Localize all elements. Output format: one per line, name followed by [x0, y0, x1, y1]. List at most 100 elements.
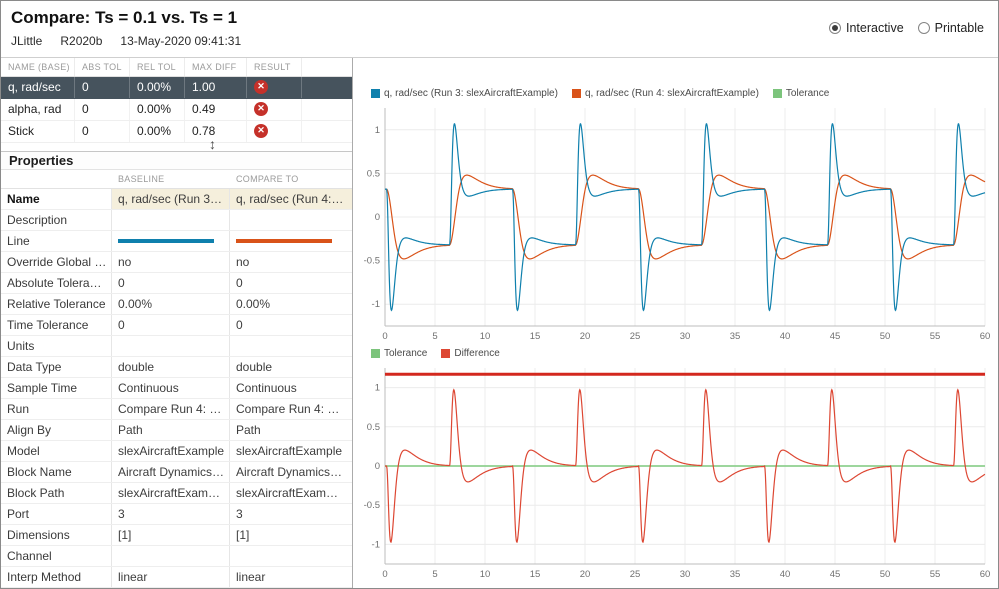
compare-report-window: Compare: Ts = 0.1 vs. Ts = 1 JLittle R20…	[0, 0, 999, 589]
report-header: Compare: Ts = 0.1 vs. Ts = 1 JLittle R20…	[1, 1, 998, 58]
svg-text:0.5: 0.5	[367, 422, 380, 433]
column-header-abs-tol: ABS TOL	[74, 58, 129, 76]
rel-tol-value: 0.00%	[129, 99, 184, 120]
legend-swatch-icon	[571, 89, 581, 98]
property-label: Relative Tolerance	[7, 297, 106, 311]
table-spacer: ↕	[1, 137, 352, 151]
property-row: Sample Time Continuous Continuous	[1, 378, 352, 399]
property-value: 0	[229, 273, 352, 293]
svg-text:60: 60	[980, 569, 991, 580]
radio-interactive[interactable]: Interactive	[828, 21, 904, 35]
timestamp: 13-May-2020 09:41:31	[120, 34, 242, 48]
property-row: Absolute Tolera… 0 0	[1, 273, 352, 294]
svg-text:10: 10	[480, 331, 491, 342]
svg-text:40: 40	[780, 331, 791, 342]
column-header-result: RESULT	[246, 58, 301, 76]
svg-text:1: 1	[375, 125, 380, 136]
svg-text:0.5: 0.5	[367, 168, 380, 179]
svg-text:5: 5	[432, 331, 437, 342]
radio-printable[interactable]: Printable	[917, 21, 984, 35]
property-row: Port 3 3	[1, 504, 352, 525]
property-row: Model slexAircraftExample slexAircraftExam…	[1, 441, 352, 462]
property-label: Name	[7, 192, 40, 206]
property-row: Channel	[1, 546, 352, 567]
property-value: Path	[111, 420, 229, 440]
svg-text:50: 50	[880, 331, 891, 342]
signals-legend: q, rad/sec (Run 3: slexAircraftExample) q…	[371, 88, 829, 99]
svg-text:-0.5: -0.5	[364, 256, 380, 267]
property-value: 0.00%	[111, 294, 229, 314]
property-label: Time Tolerance	[7, 318, 89, 332]
svg-text:15: 15	[530, 331, 541, 342]
property-value	[229, 210, 352, 230]
legend-label: Tolerance	[384, 348, 428, 359]
fail-icon: ✕	[254, 79, 268, 94]
property-row: Relative Tolerance 0.00% 0.00%	[1, 294, 352, 315]
difference-legend: Tolerance Difference	[371, 348, 500, 359]
signals-plot[interactable]: 0 5 10 15 20 25 30 35 40 45 50 55 60 -1 -0.5 0 0.5 1	[353, 102, 997, 350]
property-row: Dimensions [1] [1]	[1, 525, 352, 546]
legend-label: q, rad/sec (Run 4: slexAircraftExample)	[584, 88, 759, 99]
legend-label: Difference	[454, 348, 500, 359]
signal-name: q, rad/sec	[8, 80, 61, 94]
rel-tol-value: 0.00%	[129, 121, 184, 142]
property-row: Align By Path Path	[1, 420, 352, 441]
property-value: q, rad/sec (Run 4:…	[229, 189, 352, 209]
property-value: 3	[229, 504, 352, 524]
property-value: 0	[111, 273, 229, 293]
property-row: Time Tolerance 0 0	[1, 315, 352, 336]
property-value: 0.00%	[229, 294, 352, 314]
abs-tol-value: 0	[74, 77, 129, 98]
legend-swatch-icon	[371, 349, 380, 358]
difference-plot[interactable]: 0 5 10 15 20 25 30 35 40 45 50 55 60 -1 -0.5 0 0.5 1	[353, 362, 997, 588]
column-header-rel-tol: REL TOL	[129, 58, 184, 76]
column-header-max-diff: MAX DIFF	[184, 58, 246, 76]
properties-table-header: BASELINE COMPARE TO	[1, 170, 352, 189]
property-row: Line	[1, 231, 352, 252]
property-label: Override Global …	[7, 255, 107, 269]
column-header-filler	[301, 58, 352, 76]
property-row: Block Path slexAircraftExam… slexAircraftE…	[1, 483, 352, 504]
filler-cell	[301, 121, 352, 142]
property-row: Data Type double double	[1, 357, 352, 378]
release: R2020b	[60, 34, 103, 48]
fail-icon: ✕	[254, 123, 268, 138]
svg-text:25: 25	[630, 331, 641, 342]
property-label: Absolute Tolera…	[7, 276, 102, 290]
property-value: 3	[111, 504, 229, 524]
property-value: slexAircraftExample	[111, 441, 229, 461]
radio-interactive-label: Interactive	[845, 21, 904, 35]
svg-text:35: 35	[730, 569, 741, 580]
signal-row[interactable]: alpha, rad 0 0.00% 0.49 ✕	[1, 99, 352, 121]
property-value: Continuous	[229, 378, 352, 398]
comparison-table-header: NAME (BASE) ABS TOL REL TOL MAX DIFF RES…	[1, 58, 352, 77]
filler-cell	[301, 99, 352, 120]
property-label: Channel	[7, 549, 52, 563]
property-label: Line	[7, 234, 30, 248]
result-cell: ✕	[246, 99, 301, 120]
signal-row[interactable]: q, rad/sec 0 0.00% 1.00 ✕	[1, 77, 352, 99]
view-mode-group: Interactive Printable	[828, 21, 984, 35]
property-label: Model	[7, 444, 40, 458]
svg-text:15: 15	[530, 569, 541, 580]
radio-icon	[828, 22, 841, 34]
plots-panel: q, rad/sec (Run 3: slexAircraftExample) q…	[353, 58, 998, 588]
svg-text:30: 30	[680, 331, 691, 342]
property-value: slexAircraftExam…	[229, 483, 352, 503]
column-header-name: NAME (BASE)	[8, 62, 70, 72]
svg-text:30: 30	[680, 569, 691, 580]
svg-text:50: 50	[880, 569, 891, 580]
line-style-cell	[229, 231, 352, 251]
splitter-handle up-down-arrow-icon[interactable]: ↕	[209, 137, 216, 151]
property-row: Block Name Aircraft Dynamics… Aircraft Dyn…	[1, 462, 352, 483]
max-diff-value: 1.00	[184, 77, 246, 98]
property-value: Continuous	[111, 378, 229, 398]
legend-item: Tolerance	[772, 88, 829, 99]
svg-text:-0.5: -0.5	[364, 500, 380, 511]
legend-item: Tolerance	[371, 348, 427, 359]
svg-text:1: 1	[375, 383, 380, 394]
svg-text:20: 20	[580, 569, 591, 580]
fail-icon: ✕	[254, 101, 268, 116]
signal-row[interactable]: Stick 0 0.00% 0.78 ✕	[1, 121, 352, 143]
filler-cell	[301, 77, 352, 98]
